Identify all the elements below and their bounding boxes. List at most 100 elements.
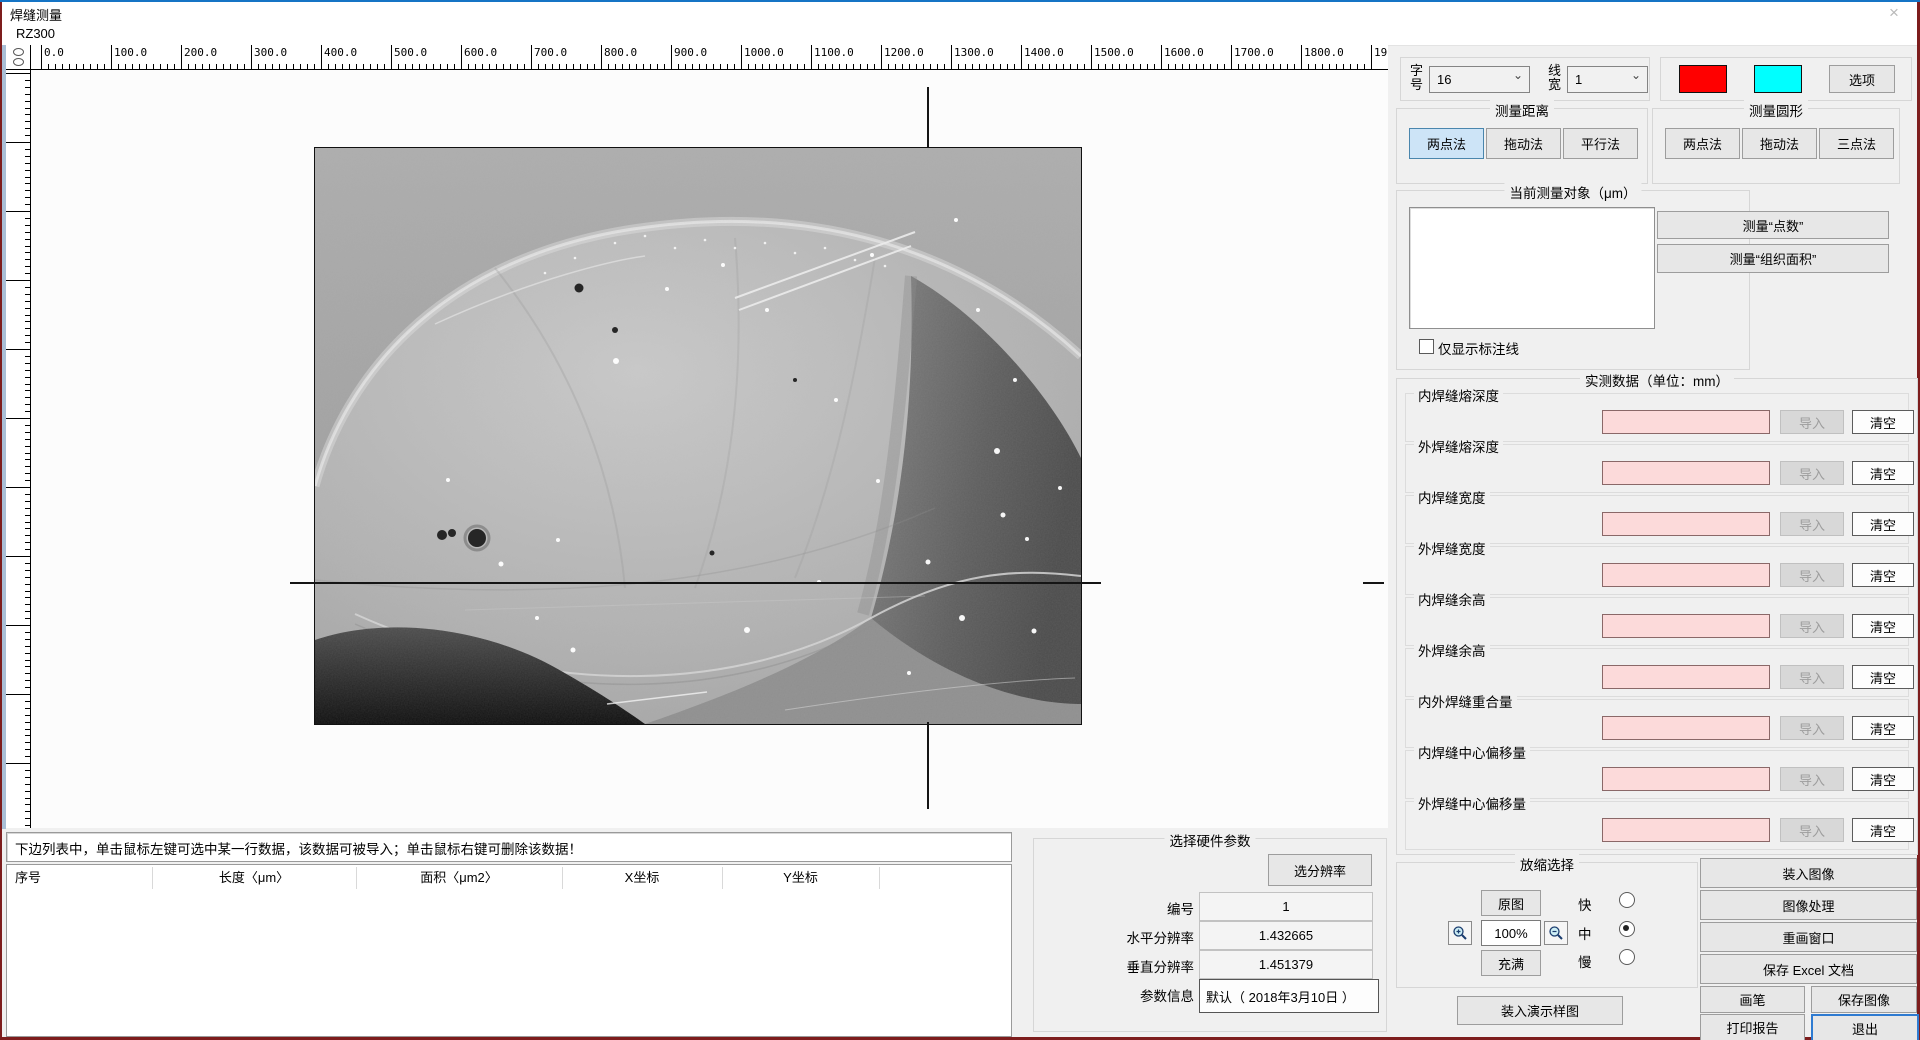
v-ruler-minor-tick — [25, 308, 30, 309]
menu-item-rz300[interactable]: RZ300 — [16, 26, 55, 41]
import-button[interactable]: 导入 — [1780, 461, 1844, 485]
clear-button[interactable]: 清空 — [1852, 512, 1914, 536]
hardware-field-value-2[interactable]: 1.432665 — [1199, 921, 1373, 950]
measure-distance-title: 测量距离 — [1490, 100, 1554, 120]
h-ruler-label: 1700.0 — [1234, 46, 1274, 59]
select-resolution-button[interactable]: 选分辨率 — [1268, 854, 1372, 886]
measured-row: 内外焊缝重合量导入清空 — [1405, 699, 1909, 748]
pen-button[interactable]: 画笔 — [1700, 986, 1805, 1013]
load-demo-image-button[interactable]: 装入演示样图 — [1457, 996, 1623, 1025]
clear-button[interactable]: 清空 — [1852, 461, 1914, 485]
h-ruler-label: 800.0 — [604, 46, 637, 59]
h-ruler-minor-tick — [1315, 64, 1316, 69]
action-button-2[interactable]: 图像处理 — [1700, 890, 1917, 920]
measure-points-button[interactable]: 测量“点数” — [1657, 211, 1889, 239]
h-ruler-minor-tick — [1245, 64, 1246, 69]
import-button[interactable]: 导入 — [1780, 716, 1844, 740]
hardware-field-value-4[interactable]: 默认（ 2018年3月10日 ） — [1199, 979, 1379, 1013]
v-ruler-minor-tick — [25, 680, 30, 681]
clear-button[interactable]: 清空 — [1852, 716, 1914, 740]
options-button[interactable]: 选项 — [1829, 65, 1895, 93]
circle-method-button-1[interactable]: 两点法 — [1665, 128, 1740, 159]
print-report-button[interactable]: 打印报告 — [1700, 1014, 1805, 1040]
action-button-3[interactable]: 重画窗口 — [1700, 922, 1917, 952]
h-ruler-minor-tick — [1217, 64, 1218, 69]
measure-area-button[interactable]: 测量“组织面积” — [1657, 244, 1889, 273]
font-size-value: 16 — [1437, 72, 1451, 87]
v-ruler-minor-tick — [25, 563, 30, 564]
distance-method-button-2[interactable]: 拖动法 — [1486, 128, 1561, 159]
distance-method-button-1[interactable]: 两点法 — [1409, 128, 1484, 159]
table-header: 长度〈μm〉 — [152, 865, 356, 891]
import-button[interactable]: 导入 — [1780, 767, 1844, 791]
speed-radio-3[interactable] — [1619, 949, 1635, 965]
h-ruler-minor-tick — [1119, 64, 1120, 69]
clear-button[interactable]: 清空 — [1852, 665, 1914, 689]
clear-button[interactable]: 清空 — [1852, 818, 1914, 842]
font-size-select[interactable]: 16 ⌄ — [1429, 66, 1530, 93]
hardware-field-label: 垂直分辨率 — [1034, 956, 1194, 976]
h-ruler-minor-tick — [1203, 64, 1204, 69]
h-ruler-minor-tick — [356, 64, 357, 69]
measured-value-field[interactable] — [1602, 512, 1770, 536]
clear-button[interactable]: 清空 — [1852, 767, 1914, 791]
hardware-field-value-3[interactable]: 1.451379 — [1199, 950, 1373, 979]
h-ruler-minor-tick — [608, 64, 609, 69]
image-canvas[interactable] — [31, 70, 1388, 828]
h-ruler-minor-tick — [1273, 64, 1274, 69]
v-ruler-label: 500.0 — [6, 383, 8, 416]
h-ruler-label: 1800.0 — [1304, 46, 1344, 59]
measured-value-field[interactable] — [1602, 461, 1770, 485]
measured-value-field[interactable] — [1602, 767, 1770, 791]
measured-value-field[interactable] — [1602, 410, 1770, 434]
results-table[interactable]: 序号长度〈μm〉面积〈μm2〉X坐标Y坐标 — [6, 864, 1012, 1037]
speed-radio-2[interactable] — [1619, 921, 1635, 937]
save-image-button[interactable]: 保存图像 — [1811, 986, 1917, 1013]
import-button[interactable]: 导入 — [1780, 665, 1844, 689]
hardware-field-value-1[interactable]: 1 — [1199, 892, 1373, 921]
import-button[interactable]: 导入 — [1780, 410, 1844, 434]
h-ruler-minor-tick — [755, 64, 756, 69]
window-title: 焊缝测量 — [10, 5, 62, 24]
h-ruler-minor-tick — [328, 64, 329, 69]
circle-method-button-3[interactable]: 三点法 — [1819, 128, 1894, 159]
show-annotation-checkbox[interactable] — [1419, 339, 1434, 354]
action-button-1[interactable]: 装入图像 — [1700, 858, 1917, 888]
crosshair-horizontal-line — [290, 582, 1101, 584]
ruler-origin-box — [6, 45, 31, 70]
v-ruler-minor-tick — [25, 177, 30, 178]
close-icon[interactable]: × — [1885, 4, 1903, 22]
h-ruler-minor-tick — [1056, 64, 1057, 69]
import-button[interactable]: 导入 — [1780, 512, 1844, 536]
speed-radio-1[interactable] — [1619, 892, 1635, 908]
v-ruler-minor-tick — [25, 377, 30, 378]
clear-button[interactable]: 清空 — [1852, 614, 1914, 638]
action-button-4[interactable]: 保存 Excel 文档 — [1700, 954, 1917, 984]
clear-button[interactable]: 清空 — [1852, 563, 1914, 587]
h-ruler-label: 1100.0 — [814, 46, 854, 59]
measured-value-field[interactable] — [1602, 665, 1770, 689]
weld-specimen-image[interactable] — [314, 147, 1082, 725]
import-button[interactable]: 导入 — [1780, 614, 1844, 638]
v-ruler-minor-tick — [25, 666, 30, 667]
import-button[interactable]: 导入 — [1780, 818, 1844, 842]
line-width-select[interactable]: 1 ⌄ — [1567, 66, 1648, 93]
measured-value-field[interactable] — [1602, 563, 1770, 587]
measurement-listbox[interactable] — [1409, 207, 1655, 329]
circle-method-button-2[interactable]: 拖动法 — [1742, 128, 1817, 159]
measured-value-field[interactable] — [1602, 818, 1770, 842]
exit-button[interactable]: 退出 — [1811, 1014, 1919, 1040]
distance-method-button-3[interactable]: 平行法 — [1563, 128, 1638, 159]
measured-value-field[interactable] — [1602, 716, 1770, 740]
h-ruler-minor-tick — [818, 64, 819, 69]
h-ruler-minor-tick — [706, 64, 707, 69]
import-button[interactable]: 导入 — [1780, 563, 1844, 587]
measured-value-field[interactable] — [1602, 614, 1770, 638]
clear-button[interactable]: 清空 — [1852, 410, 1914, 434]
v-ruler-minor-tick — [25, 453, 30, 454]
h-ruler-minor-tick — [993, 64, 994, 69]
primary-color-swatch[interactable] — [1679, 65, 1727, 93]
v-ruler-minor-tick — [25, 190, 30, 191]
h-ruler-label: 400.0 — [324, 46, 357, 59]
secondary-color-swatch[interactable] — [1754, 65, 1802, 93]
